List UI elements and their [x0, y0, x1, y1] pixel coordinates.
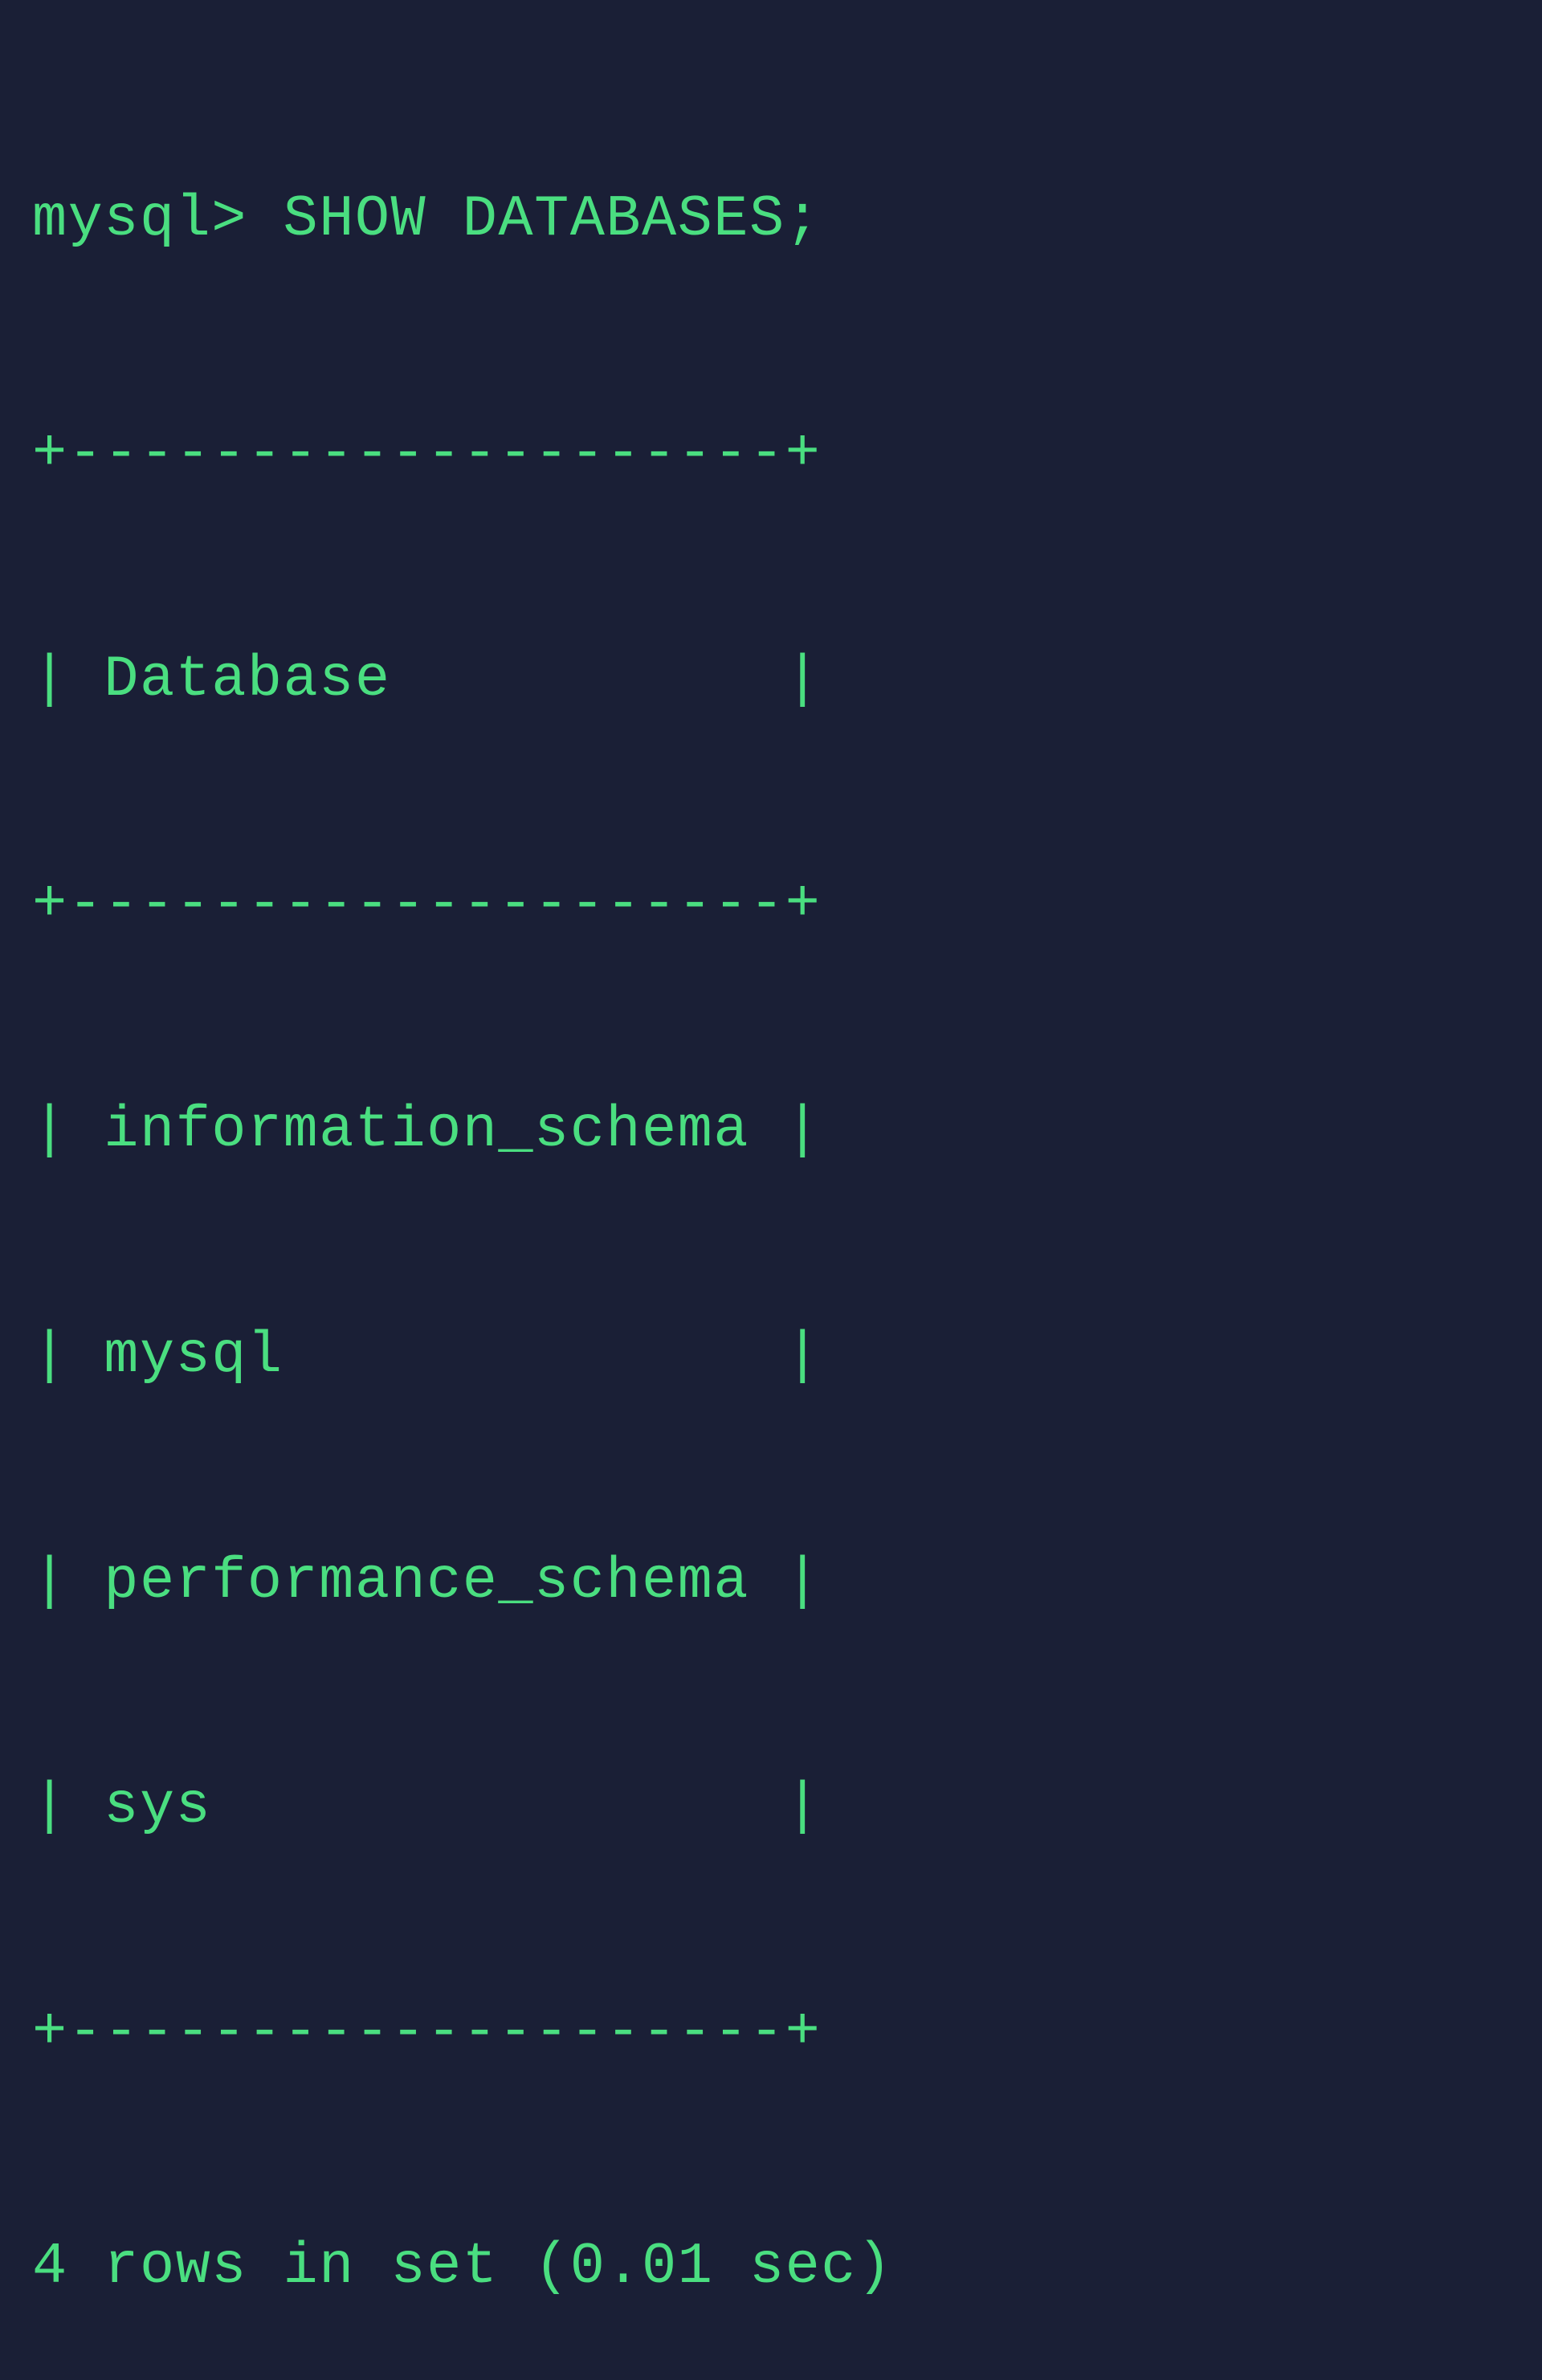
- table-header-row: | Database |: [32, 643, 1510, 718]
- result-summary: 4 rows in set (0.01 sec): [32, 2230, 1510, 2305]
- table-row: | information_schema |: [32, 1093, 1510, 1169]
- mysql-prompt: mysql>: [32, 186, 247, 252]
- sql-command: SHOW DATABASES;: [284, 186, 822, 252]
- table-row: | mysql |: [32, 1319, 1510, 1394]
- table-border-mid: +--------------------+: [32, 867, 1510, 943]
- command-line: mysql> SHOW DATABASES;: [32, 182, 1510, 258]
- mysql-terminal[interactable]: mysql> SHOW DATABASES; +----------------…: [32, 32, 1510, 2380]
- table-row: | performance_schema |: [32, 1545, 1510, 1620]
- table-border-bottom: +--------------------+: [32, 1995, 1510, 2071]
- table-border-top: +--------------------+: [32, 417, 1510, 492]
- table-row: | sys |: [32, 1770, 1510, 1845]
